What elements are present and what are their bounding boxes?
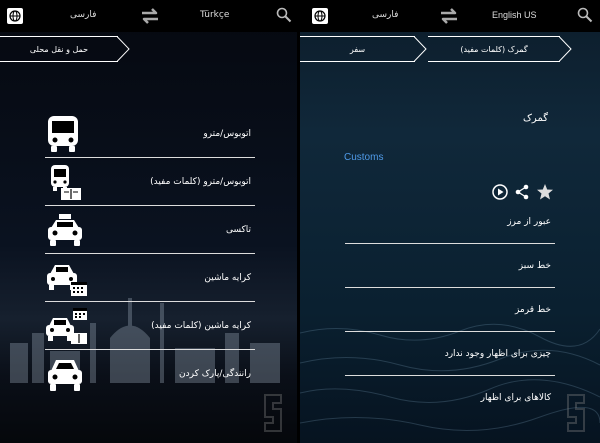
breadcrumb-label: گمرک (کلمات مفید) — [460, 44, 528, 54]
left-screen: فارسی Türkçe حمل و نقل محلی اتوبوس/مترو … — [0, 0, 297, 443]
list-item-label: خط قرمز — [514, 304, 551, 315]
car-icon — [48, 360, 82, 391]
bus-icon — [48, 115, 78, 152]
top-bar: فارسی Türkçe — [0, 0, 297, 32]
globe-icon — [314, 10, 326, 22]
swap-languages-icon[interactable] — [437, 6, 461, 26]
breadcrumb-arrow — [117, 36, 130, 62]
list-item-label: عبور از مرز — [507, 216, 551, 227]
breadcrumb-item-travel[interactable]: سفر — [300, 36, 415, 62]
source-language[interactable]: فارسی — [372, 10, 398, 20]
list-item-border-crossing[interactable]: عبور از مرز — [345, 200, 555, 244]
list-item-label: تاکسی — [225, 224, 251, 235]
breadcrumb-item-customs-phrasebook[interactable]: گمرک (کلمات مفید) — [428, 36, 560, 62]
list-item-label: اتوبوس/مترو (کلمات مفید) — [150, 176, 251, 187]
list-item-green-line[interactable]: خط سبز — [345, 244, 555, 288]
target-language[interactable]: English US — [492, 10, 537, 20]
bus-phrasebook-icon — [51, 164, 81, 200]
list-item-driving-parking[interactable]: رانندگی/پارک کردن — [45, 350, 255, 398]
breadcrumb: سفر گمرک (کلمات مفید) — [300, 36, 600, 62]
swap-languages-icon[interactable] — [138, 6, 162, 26]
list-item-nothing-to-declare[interactable]: چیزی برای اظهار وجود ندارد — [345, 332, 555, 376]
list-item-goods-to-declare[interactable]: کالاهای برای اظهار — [345, 376, 555, 420]
list-item-label: کرایه ماشین — [204, 272, 251, 283]
search-icon[interactable] — [276, 7, 292, 23]
phrase-title-persian: گمرک — [522, 113, 548, 124]
list-item-label: کالاهای برای اظهار — [480, 393, 551, 403]
phrase-actions — [492, 182, 554, 202]
list-item-red-line[interactable]: خط قرمز — [345, 288, 555, 332]
search-icon[interactable] — [577, 7, 593, 23]
list-item-label: چیزی برای اظهار وجود ندارد — [444, 348, 551, 359]
breadcrumb-arrow — [559, 36, 572, 62]
car-rental-phrasebook-icon — [46, 307, 87, 344]
breadcrumb-item-local-transport[interactable]: حمل و نقل محلی — [0, 36, 118, 62]
taxi-icon — [48, 213, 82, 246]
source-language[interactable]: فارسی — [70, 10, 96, 20]
play-icon[interactable] — [492, 184, 508, 200]
breadcrumb: حمل و نقل محلی — [0, 36, 297, 62]
favorite-star-icon[interactable] — [536, 183, 554, 201]
right-screen: فارسی English US سفر گمرک (کلمات مفید) گ… — [300, 0, 600, 443]
list-item-label: رانندگی/پارک کردن — [179, 369, 251, 379]
watermark-logo — [264, 394, 282, 432]
phrase-list: عبور از مرز خط سبز خط قرمز چیزی برای اظه… — [345, 200, 555, 420]
top-bar: فارسی English US — [300, 0, 600, 32]
category-list: اتوبوس/مترو اتوبوس/مترو (کلمات مفید) تاک… — [45, 110, 255, 398]
list-item-label: کرایه ماشین (کلمات مفید) — [151, 320, 251, 331]
breadcrumb-arrow — [414, 36, 427, 62]
globe-icon — [9, 10, 21, 22]
list-item-label: اتوبوس/مترو — [203, 128, 251, 139]
phrase-title-english: Customs — [344, 152, 384, 163]
target-language[interactable]: Türkçe — [200, 10, 229, 20]
breadcrumb-label: سفر — [349, 44, 366, 54]
list-item-car-rental-phrasebook[interactable]: کرایه ماشین (کلمات مفید) — [45, 302, 255, 350]
globe-button[interactable] — [312, 8, 328, 24]
watermark-logo — [567, 394, 585, 432]
globe-button[interactable] — [7, 8, 23, 24]
car-rental-icon — [47, 264, 87, 296]
breadcrumb-label: حمل و نقل محلی — [29, 44, 89, 54]
list-item-car-rental[interactable]: کرایه ماشین — [45, 254, 255, 302]
share-icon[interactable] — [514, 184, 530, 200]
list-item-bus[interactable]: اتوبوس/مترو — [45, 110, 255, 158]
list-item-taxi[interactable]: تاکسی — [45, 206, 255, 254]
list-item-label: خط سبز — [518, 260, 551, 271]
list-item-bus-phrasebook[interactable]: اتوبوس/مترو (کلمات مفید) — [45, 158, 255, 206]
